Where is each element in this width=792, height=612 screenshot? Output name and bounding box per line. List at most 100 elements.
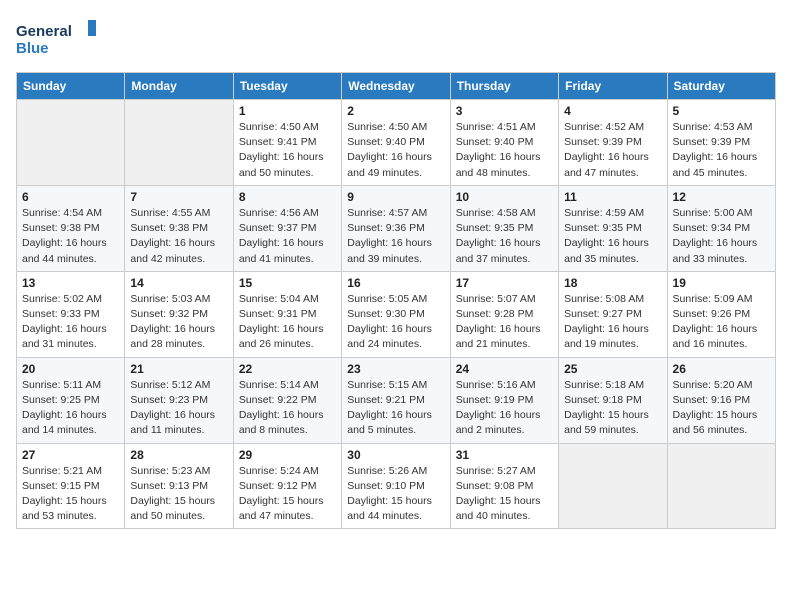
calendar-cell: 14 Sunrise: 5:03 AMSunset: 9:32 PMDayligh… [125, 271, 233, 357]
day-number: 8 [239, 190, 336, 204]
calendar-cell: 2 Sunrise: 4:50 AMSunset: 9:40 PMDaylight… [342, 100, 450, 186]
calendar-cell: 16 Sunrise: 5:05 AMSunset: 9:30 PMDayligh… [342, 271, 450, 357]
weekday-header-sunday: Sunday [17, 73, 125, 100]
day-info: Sunrise: 5:26 AMSunset: 9:10 PMDaylight:… [347, 464, 444, 525]
day-number: 24 [456, 362, 553, 376]
weekday-header-saturday: Saturday [667, 73, 775, 100]
day-info: Sunrise: 5:23 AMSunset: 9:13 PMDaylight:… [130, 464, 227, 525]
day-info: Sunrise: 4:52 AMSunset: 9:39 PMDaylight:… [564, 120, 661, 181]
calendar-cell: 28 Sunrise: 5:23 AMSunset: 9:13 PMDayligh… [125, 443, 233, 529]
day-info: Sunrise: 5:24 AMSunset: 9:12 PMDaylight:… [239, 464, 336, 525]
day-number: 19 [673, 276, 770, 290]
calendar-cell: 5 Sunrise: 4:53 AMSunset: 9:39 PMDaylight… [667, 100, 775, 186]
day-number: 2 [347, 104, 444, 118]
day-number: 28 [130, 448, 227, 462]
calendar-cell: 15 Sunrise: 5:04 AMSunset: 9:31 PMDayligh… [233, 271, 341, 357]
day-number: 21 [130, 362, 227, 376]
calendar-table: SundayMondayTuesdayWednesdayThursdayFrid… [16, 72, 776, 529]
day-info: Sunrise: 4:51 AMSunset: 9:40 PMDaylight:… [456, 120, 553, 181]
day-number: 11 [564, 190, 661, 204]
day-number: 27 [22, 448, 119, 462]
logo-svg: General Blue [16, 16, 96, 60]
day-info: Sunrise: 4:59 AMSunset: 9:35 PMDaylight:… [564, 206, 661, 267]
day-info: Sunrise: 4:57 AMSunset: 9:36 PMDaylight:… [347, 206, 444, 267]
day-info: Sunrise: 5:11 AMSunset: 9:25 PMDaylight:… [22, 378, 119, 439]
day-number: 7 [130, 190, 227, 204]
calendar-cell: 4 Sunrise: 4:52 AMSunset: 9:39 PMDaylight… [559, 100, 667, 186]
calendar-cell: 18Sunrise: 5:08 AMSunset: 9:27 PMDayligh… [559, 271, 667, 357]
calendar-cell: 1Sunrise: 4:50 AMSunset: 9:41 PMDaylight… [233, 100, 341, 186]
weekday-header-monday: Monday [125, 73, 233, 100]
calendar-cell: 6 Sunrise: 4:54 AMSunset: 9:38 PMDaylight… [17, 185, 125, 271]
calendar-cell: 19 Sunrise: 5:09 AMSunset: 9:26 PMDayligh… [667, 271, 775, 357]
calendar-cell: 10 Sunrise: 4:58 AMSunset: 9:35 PMDayligh… [450, 185, 558, 271]
calendar-cell [559, 443, 667, 529]
day-number: 10 [456, 190, 553, 204]
day-info: Sunrise: 4:58 AMSunset: 9:35 PMDaylight:… [456, 206, 553, 267]
day-info: Sunrise: 4:54 AMSunset: 9:38 PMDaylight:… [22, 206, 119, 267]
day-number: 3 [456, 104, 553, 118]
calendar-cell: 23 Sunrise: 5:15 AMSunset: 9:21 PMDayligh… [342, 357, 450, 443]
day-info: Sunrise: 4:55 AMSunset: 9:38 PMDaylight:… [130, 206, 227, 267]
day-number: 16 [347, 276, 444, 290]
day-info: Sunrise: 5:12 AMSunset: 9:23 PMDaylight:… [130, 378, 227, 439]
day-number: 29 [239, 448, 336, 462]
page-header: General Blue [16, 16, 776, 60]
day-info: Sunrise: 4:50 AMSunset: 9:41 PMDaylight:… [239, 120, 336, 181]
day-info: Sunrise: 5:18 AMSunset: 9:18 PMDaylight:… [564, 378, 661, 439]
day-info: Sunrise: 5:02 AMSunset: 9:33 PMDaylight:… [22, 292, 119, 353]
day-number: 17 [456, 276, 553, 290]
day-info: Sunrise: 5:03 AMSunset: 9:32 PMDaylight:… [130, 292, 227, 353]
weekday-header-thursday: Thursday [450, 73, 558, 100]
calendar-cell: 30Sunrise: 5:26 AMSunset: 9:10 PMDayligh… [342, 443, 450, 529]
calendar-cell: 12Sunrise: 5:00 AMSunset: 9:34 PMDayligh… [667, 185, 775, 271]
day-info: Sunrise: 5:07 AMSunset: 9:28 PMDaylight:… [456, 292, 553, 353]
day-number: 13 [22, 276, 119, 290]
week-row-4: 20 Sunrise: 5:11 AMSunset: 9:25 PMDayligh… [17, 357, 776, 443]
calendar-cell: 21 Sunrise: 5:12 AMSunset: 9:23 PMDayligh… [125, 357, 233, 443]
week-row-5: 27 Sunrise: 5:21 AMSunset: 9:15 PMDayligh… [17, 443, 776, 529]
day-info: Sunrise: 5:05 AMSunset: 9:30 PMDaylight:… [347, 292, 444, 353]
day-number: 4 [564, 104, 661, 118]
calendar-cell: 24 Sunrise: 5:16 AMSunset: 9:19 PMDayligh… [450, 357, 558, 443]
week-row-1: 1Sunrise: 4:50 AMSunset: 9:41 PMDaylight… [17, 100, 776, 186]
weekday-header-row: SundayMondayTuesdayWednesdayThursdayFrid… [17, 73, 776, 100]
day-info: Sunrise: 5:27 AMSunset: 9:08 PMDaylight:… [456, 464, 553, 525]
svg-text:Blue: Blue [16, 40, 49, 57]
day-number: 23 [347, 362, 444, 376]
day-info: Sunrise: 5:08 AMSunset: 9:27 PMDaylight:… [564, 292, 661, 353]
calendar-cell: 11 Sunrise: 4:59 AMSunset: 9:35 PMDayligh… [559, 185, 667, 271]
day-info: Sunrise: 5:16 AMSunset: 9:19 PMDaylight:… [456, 378, 553, 439]
day-info: Sunrise: 5:15 AMSunset: 9:21 PMDaylight:… [347, 378, 444, 439]
day-info: Sunrise: 4:53 AMSunset: 9:39 PMDaylight:… [673, 120, 770, 181]
day-info: Sunrise: 5:14 AMSunset: 9:22 PMDaylight:… [239, 378, 336, 439]
calendar-cell: 31 Sunrise: 5:27 AMSunset: 9:08 PMDayligh… [450, 443, 558, 529]
day-number: 14 [130, 276, 227, 290]
calendar-cell: 25 Sunrise: 5:18 AMSunset: 9:18 PMDayligh… [559, 357, 667, 443]
day-number: 20 [22, 362, 119, 376]
day-number: 6 [22, 190, 119, 204]
weekday-header-tuesday: Tuesday [233, 73, 341, 100]
svg-text:General: General [16, 23, 72, 40]
week-row-2: 6 Sunrise: 4:54 AMSunset: 9:38 PMDaylight… [17, 185, 776, 271]
day-info: Sunrise: 5:09 AMSunset: 9:26 PMDaylight:… [673, 292, 770, 353]
day-number: 5 [673, 104, 770, 118]
calendar-cell: 9Sunrise: 4:57 AMSunset: 9:36 PMDaylight… [342, 185, 450, 271]
calendar-cell: 22Sunrise: 5:14 AMSunset: 9:22 PMDayligh… [233, 357, 341, 443]
calendar-cell: 27 Sunrise: 5:21 AMSunset: 9:15 PMDayligh… [17, 443, 125, 529]
day-number: 25 [564, 362, 661, 376]
calendar-cell: 3 Sunrise: 4:51 AMSunset: 9:40 PMDaylight… [450, 100, 558, 186]
calendar-cell: 29 Sunrise: 5:24 AMSunset: 9:12 PMDayligh… [233, 443, 341, 529]
day-number: 26 [673, 362, 770, 376]
day-info: Sunrise: 4:56 AMSunset: 9:37 PMDaylight:… [239, 206, 336, 267]
weekday-header-wednesday: Wednesday [342, 73, 450, 100]
day-number: 15 [239, 276, 336, 290]
week-row-3: 13 Sunrise: 5:02 AMSunset: 9:33 PMDayligh… [17, 271, 776, 357]
day-number: 31 [456, 448, 553, 462]
calendar-cell: 7 Sunrise: 4:55 AMSunset: 9:38 PMDaylight… [125, 185, 233, 271]
day-info: Sunrise: 4:50 AMSunset: 9:40 PMDaylight:… [347, 120, 444, 181]
day-info: Sunrise: 5:21 AMSunset: 9:15 PMDaylight:… [22, 464, 119, 525]
day-info: Sunrise: 5:04 AMSunset: 9:31 PMDaylight:… [239, 292, 336, 353]
logo: General Blue [16, 16, 96, 60]
calendar-cell: 8 Sunrise: 4:56 AMSunset: 9:37 PMDaylight… [233, 185, 341, 271]
